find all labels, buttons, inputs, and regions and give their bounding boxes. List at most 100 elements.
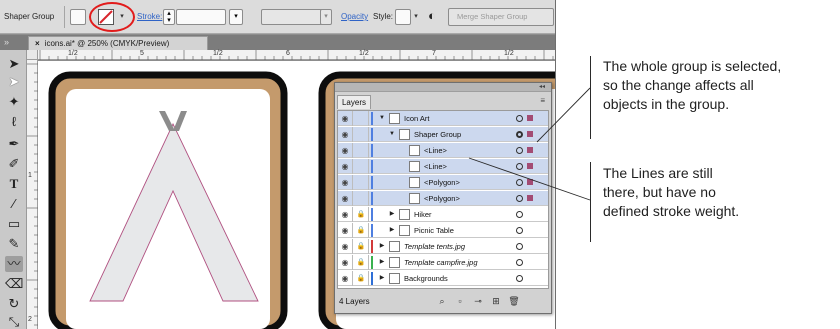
close-icon[interactable]: × xyxy=(35,39,40,48)
lock-icon[interactable]: 🔒 xyxy=(354,223,369,238)
new-layer-icon[interactable]: ⊞ xyxy=(489,290,503,313)
layer-name[interactable]: Picnic Table xyxy=(414,223,454,238)
visibility-eye-icon[interactable]: ◉ xyxy=(338,207,353,222)
layer-row[interactable]: ◉ <Polygon> xyxy=(338,175,548,190)
selection-indicator[interactable] xyxy=(527,179,533,185)
panel-collapse-icon[interactable]: » xyxy=(4,36,24,50)
layer-name[interactable]: Template campfire.jpg xyxy=(404,255,478,270)
target-circle-icon[interactable] xyxy=(516,195,523,202)
layer-name[interactable]: <Line> xyxy=(424,143,447,158)
collapse-triangle-icon[interactable]: ▶ xyxy=(378,239,386,254)
collapse-triangle-icon[interactable]: ▶ xyxy=(378,271,386,286)
layer-name[interactable]: <Line> xyxy=(424,159,447,174)
style-dropdown-arrow[interactable]: ▾ xyxy=(410,9,422,25)
opacity-label[interactable]: Opacity xyxy=(341,8,368,26)
lock-icon[interactable]: 🔒 xyxy=(354,255,369,270)
panel-titlebar[interactable]: ◂◂ xyxy=(335,83,551,92)
visibility-eye-icon[interactable]: ◉ xyxy=(338,191,353,206)
curvature-tool-icon[interactable]: ✐ xyxy=(5,156,23,172)
shaper-tool-icon[interactable]: 〰 xyxy=(5,256,23,272)
lock-toggle[interactable] xyxy=(354,175,369,190)
visibility-eye-icon[interactable]: ◉ xyxy=(338,271,353,286)
layer-name[interactable]: <Polygon> xyxy=(424,191,460,206)
selection-indicator[interactable] xyxy=(527,163,533,169)
pen-tool-icon[interactable]: ✒ xyxy=(5,136,23,152)
clipping-mask-icon[interactable]: ▫ xyxy=(453,290,467,313)
visibility-eye-icon[interactable]: ◉ xyxy=(338,255,353,270)
rotate-tool-icon[interactable]: ↻ xyxy=(5,296,23,312)
lock-toggle[interactable] xyxy=(354,111,369,126)
tent-icon-artwork[interactable] xyxy=(48,71,288,329)
type-tool-icon[interactable]: T xyxy=(5,176,23,192)
collapse-icon[interactable]: ◂◂ xyxy=(539,83,545,91)
horizontal-ruler[interactable]: 1/2 5 1/2 6 1/2 7 1/2 xyxy=(38,50,555,60)
new-sublayer-icon[interactable]: ⊸ xyxy=(471,290,485,313)
layer-row[interactable]: ◉ 🔒 ▶ Template tents.jpg xyxy=(338,239,548,254)
target-circle-icon[interactable] xyxy=(516,179,523,186)
layer-row[interactable]: ◉ 🔒 ▶ Backgrounds xyxy=(338,271,548,286)
collapse-triangle-icon[interactable]: ▶ xyxy=(388,223,396,238)
target-circle-icon[interactable] xyxy=(516,275,523,282)
tab-layers[interactable]: Layers xyxy=(337,95,371,109)
layer-name[interactable]: Hiker xyxy=(414,207,432,222)
layer-row[interactable]: ◉ ▼ Icon Art xyxy=(338,111,548,126)
visibility-eye-icon[interactable]: ◉ xyxy=(338,239,353,254)
layer-name[interactable]: Template tents.jpg xyxy=(404,239,465,254)
lock-icon[interactable]: 🔒 xyxy=(354,207,369,222)
visibility-eye-icon[interactable]: ◉ xyxy=(338,159,353,174)
target-circle-icon[interactable] xyxy=(516,115,523,122)
target-circle-icon[interactable] xyxy=(516,211,523,218)
lock-icon[interactable]: 🔒 xyxy=(354,271,369,286)
lasso-icon[interactable]: ℓ xyxy=(5,114,23,130)
stroke-weight-stepper[interactable]: ▴ ▾ xyxy=(163,9,175,25)
selection-indicator[interactable] xyxy=(527,147,533,153)
target-circle-icon[interactable] xyxy=(516,147,523,154)
visibility-eye-icon[interactable]: ◉ xyxy=(338,223,353,238)
target-circle-icon[interactable] xyxy=(516,243,523,250)
target-circle-icon[interactable] xyxy=(516,259,523,266)
line-tool-icon[interactable]: ⁄ xyxy=(5,196,23,212)
lock-toggle[interactable] xyxy=(354,159,369,174)
stroke-weight-dropdown[interactable]: ▾ xyxy=(229,9,243,25)
search-icon[interactable]: ⌕ xyxy=(435,290,449,313)
target-circle-icon[interactable] xyxy=(516,163,523,170)
lock-icon[interactable]: 🔒 xyxy=(354,239,369,254)
scale-tool-icon[interactable]: ⤡ xyxy=(5,314,23,329)
rectangle-tool-icon[interactable]: ▭ xyxy=(5,216,23,232)
layer-row[interactable]: ◉ <Polygon> xyxy=(338,191,548,206)
layer-name[interactable]: Backgrounds xyxy=(404,271,448,286)
layer-name[interactable]: Icon Art xyxy=(404,111,429,126)
graphic-style-swatch[interactable] xyxy=(395,9,411,25)
visibility-eye-icon[interactable]: ◉ xyxy=(338,127,353,142)
lock-toggle[interactable] xyxy=(354,127,369,142)
stroke-label[interactable]: Stroke: xyxy=(137,8,162,26)
direct-selection-tool-icon[interactable]: ➤ xyxy=(5,74,23,90)
lock-toggle[interactable] xyxy=(354,143,369,158)
ruler-origin[interactable] xyxy=(27,50,38,60)
paintbrush-icon[interactable]: ✎ xyxy=(5,236,23,252)
magic-wand-icon[interactable]: ✦ xyxy=(5,94,23,110)
visibility-eye-icon[interactable]: ◉ xyxy=(338,175,353,190)
layer-name[interactable]: <Polygon> xyxy=(424,175,460,190)
lock-toggle[interactable] xyxy=(354,191,369,206)
layer-row[interactable]: ◉ ▼ Shaper Group xyxy=(338,127,548,142)
profile-dropdown-arrow[interactable]: ▾ xyxy=(320,9,332,25)
stroke-weight-field[interactable] xyxy=(176,9,226,25)
expand-triangle-icon[interactable]: ▼ xyxy=(388,127,396,142)
selection-indicator[interactable] xyxy=(527,131,533,137)
recolor-artwork-icon[interactable]: ◐ xyxy=(428,7,436,25)
selection-swatch[interactable] xyxy=(70,9,86,25)
layer-row[interactable]: ◉ 🔒 ▶ Template campfire.jpg xyxy=(338,255,548,270)
layer-row[interactable]: ◉ 🔒 ▶ Picnic Table xyxy=(338,223,548,238)
collapse-triangle-icon[interactable]: ▶ xyxy=(378,255,386,270)
layer-row[interactable]: ◉ <Line> xyxy=(338,143,548,158)
target-circle-icon[interactable] xyxy=(516,131,523,138)
visibility-eye-icon[interactable]: ◉ xyxy=(338,143,353,158)
visibility-eye-icon[interactable]: ◉ xyxy=(338,111,353,126)
document-tab[interactable]: × icons.ai* @ 250% (CMYK/Preview) xyxy=(28,36,208,50)
layer-row[interactable]: ◉ 🔒 ▶ Hiker xyxy=(338,207,548,222)
collapse-triangle-icon[interactable]: ▶ xyxy=(388,207,396,222)
trash-icon[interactable]: 🗑 xyxy=(507,290,521,313)
selection-indicator[interactable] xyxy=(527,115,533,121)
vertical-ruler[interactable]: 1 2 xyxy=(27,60,38,329)
